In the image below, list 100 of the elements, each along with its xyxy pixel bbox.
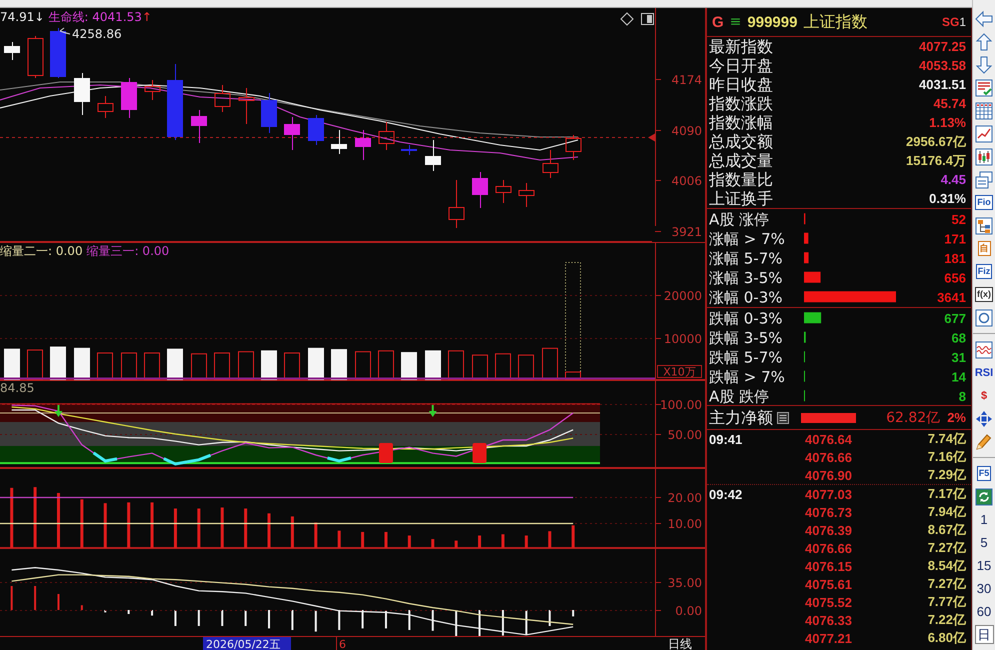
- diamond-icon[interactable]: [620, 12, 634, 26]
- menu-icon[interactable]: ≡: [730, 14, 742, 30]
- breadth-label: 涨幅 > 7%: [709, 230, 785, 248]
- volume-bar: [27, 350, 43, 380]
- refresh-icon[interactable]: [975, 488, 993, 506]
- volume-bar: [214, 352, 230, 380]
- low-signal-segment: [327, 456, 352, 463]
- breadth-label: 涨幅 3-5%: [709, 268, 783, 287]
- candlestick-icon[interactable]: [975, 148, 993, 166]
- period-button[interactable]: 1: [977, 510, 991, 529]
- table-check-icon[interactable]: [975, 78, 993, 96]
- tick-price: 4076.64: [805, 432, 852, 446]
- up-arrow-icon[interactable]: [975, 32, 993, 50]
- tick-price: 4076.15: [805, 558, 852, 574]
- volume-bar: [97, 352, 113, 380]
- net-flow-percent: 2%: [947, 410, 966, 425]
- panel-toggle-icon[interactable]: [641, 13, 654, 25]
- windows-icon[interactable]: [975, 170, 993, 188]
- stat-value: 4077.25: [919, 39, 966, 54]
- candlestick: [28, 36, 44, 78]
- wave-icon[interactable]: [975, 340, 993, 358]
- period-button[interactable]: 30: [974, 579, 994, 598]
- volume-bar: [50, 346, 66, 380]
- tick-amount: 7.27亿: [928, 539, 966, 557]
- net-flow-value: 62.82亿: [886, 408, 940, 426]
- down-arrow-icon[interactable]: [975, 56, 993, 74]
- volume-bar: [308, 348, 324, 380]
- indicator-bar: [572, 525, 575, 548]
- histogram-bar: [174, 610, 176, 626]
- breadth-label: 跌幅 0-3%: [709, 308, 783, 327]
- histogram-bar: [57, 594, 60, 610]
- tick-amount: 7.27亿: [928, 575, 966, 593]
- histogram-bar: [408, 610, 410, 630]
- breadth-count: 14: [952, 368, 966, 384]
- toolbar-button[interactable]: $: [980, 390, 988, 402]
- histogram-bar: [548, 610, 551, 626]
- grid-icon[interactable]: [975, 102, 993, 120]
- histogram-bar: [10, 586, 13, 610]
- left-arrow-icon[interactable]: [975, 10, 993, 28]
- toolbar-button[interactable]: Fio: [975, 195, 993, 210]
- toolbar-button[interactable]: Fiz: [976, 264, 992, 279]
- stat-label: 指数涨跌: [709, 94, 773, 113]
- volume-bar: [144, 352, 160, 380]
- breadth-label: 涨幅 0-3%: [709, 288, 783, 306]
- indicator-bar: [244, 508, 248, 548]
- tree-icon[interactable]: [975, 216, 993, 234]
- candlestick: [448, 180, 464, 228]
- tick-amount: 7.29亿: [928, 466, 966, 484]
- period-button[interactable]: 日: [974, 625, 994, 644]
- histogram-bar: [362, 610, 364, 628]
- low-signal-segment: [186, 454, 212, 464]
- period-button[interactable]: 5: [977, 533, 991, 552]
- tick-price: 4076.33: [805, 612, 852, 628]
- candlestick: [261, 92, 277, 134]
- histogram-bar: [221, 610, 224, 626]
- indicator-bar: [150, 502, 154, 548]
- toolbar-button[interactable]: f(x): [975, 287, 993, 302]
- stat-label: 指数量比: [709, 170, 773, 189]
- histogram-bar: [80, 605, 83, 610]
- net-flow-bar: [801, 412, 856, 422]
- stat-label: 昨日收盘: [709, 75, 773, 94]
- tick-time: 09:42: [709, 486, 744, 502]
- histogram-bar: [455, 610, 458, 636]
- toolbar-button[interactable]: 自: [978, 241, 990, 256]
- indicator-bar: [501, 534, 504, 548]
- histogram-bar: [338, 610, 340, 630]
- indicator-bar: [80, 499, 84, 548]
- volume-bar: [472, 354, 488, 380]
- volume-bar: [167, 348, 183, 380]
- tick-price: 4075.61: [805, 576, 852, 592]
- unit-label: X10万: [657, 365, 702, 378]
- toolbar-button[interactable]: RSI: [974, 366, 994, 378]
- leader-line: [60, 28, 70, 34]
- axis-label: 4006: [671, 174, 702, 188]
- indicator-reading: 生命线: 4041.53: [48, 10, 142, 24]
- histogram-bar: [525, 610, 528, 635]
- period-button[interactable]: 60: [974, 602, 994, 621]
- move-arrows-icon[interactable]: [975, 410, 993, 428]
- pencil-icon[interactable]: [975, 432, 993, 450]
- candlestick: [401, 144, 417, 156]
- breadth-count: 68: [952, 330, 966, 345]
- period-button[interactable]: 15: [974, 556, 994, 575]
- toolbar-button[interactable]: F5: [976, 466, 992, 481]
- stat-label: 指数涨幅: [709, 113, 773, 132]
- list-icon[interactable]: [777, 412, 789, 424]
- volume-bar: [495, 353, 511, 380]
- market-label: G: [712, 14, 724, 30]
- candlestick: [238, 88, 254, 124]
- indicator-bar: [127, 502, 130, 548]
- line-chart-icon[interactable]: [975, 124, 993, 142]
- indicator-bar: [408, 536, 411, 548]
- breadth-count: 31: [952, 349, 966, 364]
- month-marker: 6: [339, 638, 346, 650]
- indicator-reading: 74.91↓: [0, 10, 44, 24]
- stat-label: 总成交量: [709, 151, 773, 170]
- trend-arrow: ↑: [142, 10, 152, 24]
- axis-label: 0.00: [675, 604, 702, 618]
- stat-value: 15176.4万: [906, 152, 966, 170]
- volume-bar: [355, 351, 371, 380]
- security-name: 上证指数: [803, 12, 868, 32]
